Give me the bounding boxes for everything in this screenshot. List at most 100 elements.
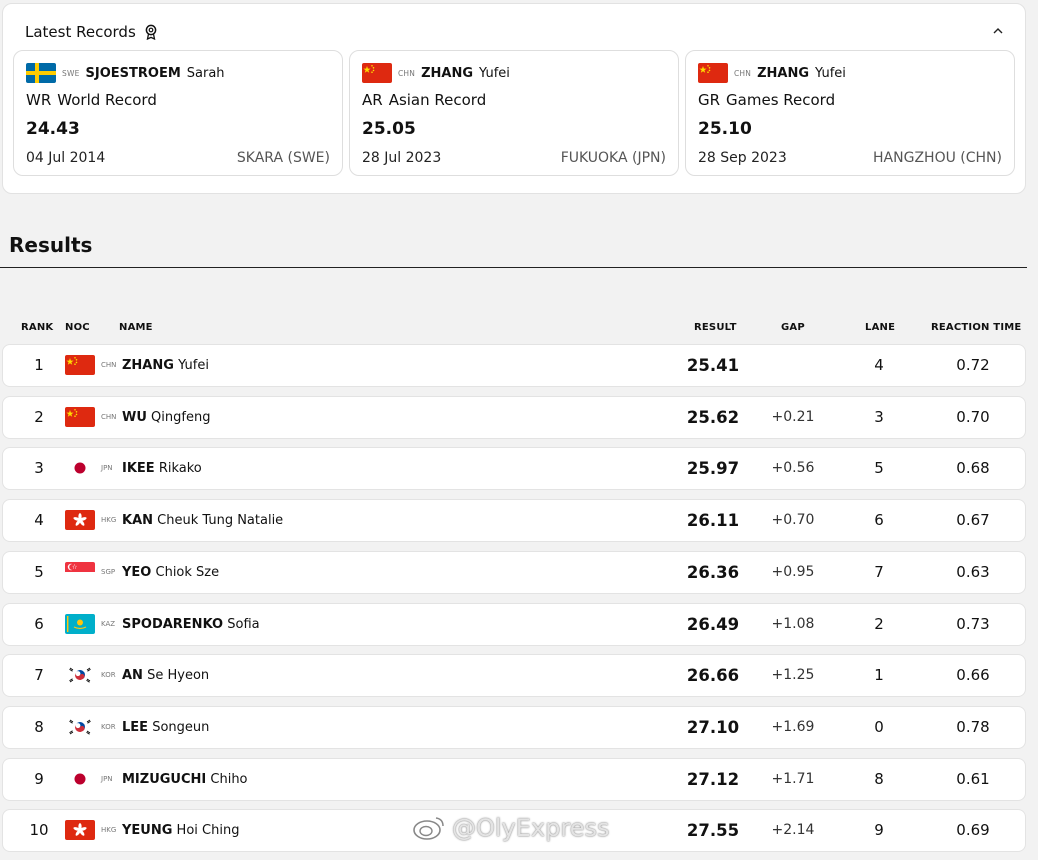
athlete-name[interactable]: MIZUGUCHI Chiho (122, 759, 248, 800)
chn-flag-icon (65, 355, 95, 375)
reaction-time-cell: 0.69 (956, 821, 990, 839)
lane-cell: 6 (874, 511, 884, 529)
table-row[interactable]: 7 KOR AN Se Hyeon 26.66 +1.25 1 0.66 (2, 654, 1026, 697)
rank-cell: 3 (34, 459, 44, 477)
gap-cell: +1.25 (771, 667, 815, 683)
lane-cell: 9 (874, 821, 884, 839)
record-athlete: CHN ZHANG Yufei (698, 63, 846, 83)
athlete-surname: IKEE (122, 461, 155, 476)
lane-cell: 5 (874, 459, 884, 477)
athlete-given-name: Hoi Ching (176, 823, 240, 838)
table-row[interactable]: 10 HKG YEUNG Hoi Ching 27.55 +2.14 9 0.6… (2, 809, 1026, 852)
lane-cell: 3 (874, 408, 884, 426)
athlete-name[interactable]: KAN Cheuk Tung Natalie (122, 500, 283, 541)
athlete-name[interactable]: YEO Chiok Sze (122, 552, 219, 593)
rank-cell: 1 (34, 356, 44, 374)
kor-flag-icon (65, 665, 95, 685)
athlete-name[interactable]: YEUNG Hoi Ching (122, 810, 239, 851)
latest-records-panel: Latest Records SWE SJOESTROEM Sarah WR Wo… (2, 3, 1026, 194)
record-date: 28 Sep 2023 (698, 150, 787, 166)
reaction-time-cell: 0.61 (956, 770, 990, 788)
record-card[interactable]: CHN ZHANG Yufei GR Games Record 25.10 28 … (685, 50, 1015, 176)
record-time: 25.05 (362, 119, 416, 139)
gap-cell: +0.21 (771, 409, 815, 425)
hkg-flag-icon (65, 510, 95, 530)
noc-code: HKG (101, 516, 117, 524)
record-athlete: CHN ZHANG Yufei (362, 63, 510, 83)
column-header-noc: NOC (65, 322, 90, 333)
record-type: AR Asian Record (362, 91, 486, 109)
athlete-given-name: Yufei (815, 65, 846, 81)
record-card[interactable]: SWE SJOESTROEM Sarah WR World Record 24.4… (13, 50, 343, 176)
athlete-surname: YEO (122, 565, 152, 580)
record-label: Asian Record (388, 91, 487, 109)
lane-cell: 2 (874, 615, 884, 633)
table-row[interactable]: 9 JPN MIZUGUCHI Chiho 27.12 +1.71 8 0.61 (2, 758, 1026, 801)
sgp-flag-icon (65, 562, 95, 582)
table-row[interactable]: 2 CHN WU Qingfeng 25.62 +0.21 3 0.70 (2, 396, 1026, 439)
lane-cell: 8 (874, 770, 884, 788)
table-row[interactable]: 5 SGP YEO Chiok Sze 26.36 +0.95 7 0.63 (2, 551, 1026, 594)
reaction-time-cell: 0.67 (956, 511, 990, 529)
gap-cell: +0.70 (771, 512, 815, 528)
athlete-name[interactable]: AN Se Hyeon (122, 655, 209, 696)
athlete-surname: MIZUGUCHI (122, 772, 207, 787)
table-row[interactable]: 8 KOR LEE Songeun 27.10 +1.69 0 0.78 (2, 706, 1026, 749)
athlete-name[interactable]: IKEE Rikako (122, 448, 202, 489)
record-location: FUKUOKA (JPN) (560, 150, 666, 166)
athlete-surname: WU (122, 410, 147, 425)
chevron-up-icon[interactable] (991, 24, 1005, 38)
table-row[interactable]: 4 HKG KAN Cheuk Tung Natalie 26.11 +0.70… (2, 499, 1026, 542)
athlete-name[interactable]: ZHANG Yufei (122, 345, 209, 386)
athlete-surname: SJOESTROEM (85, 65, 181, 81)
athlete-name[interactable]: LEE Songeun (122, 707, 209, 748)
record-date: 04 Jul 2014 (26, 150, 106, 166)
athlete-given-name: Cheuk Tung Natalie (157, 513, 284, 528)
athlete-given-name: Yufei (479, 65, 510, 81)
athlete-surname: AN (122, 668, 143, 683)
table-row[interactable]: 6 KAZ SPODARENKO Sofia 26.49 +1.08 2 0.7… (2, 603, 1026, 646)
noc-code: SGP (101, 568, 116, 576)
column-header-reaction-time: REACTION TIME (931, 322, 1022, 333)
athlete-given-name: Se Hyeon (147, 668, 210, 683)
chn-flag-icon (698, 63, 728, 83)
athlete-given-name: Sofia (227, 617, 260, 632)
noc-code: KAZ (101, 620, 116, 628)
swe-flag-icon (26, 63, 56, 83)
record-code: AR (362, 91, 383, 109)
rank-cell: 4 (34, 511, 44, 529)
medal-icon (145, 24, 157, 40)
rank-cell: 8 (34, 718, 44, 736)
athlete-name[interactable]: SPODARENKO Sofia (122, 604, 260, 645)
latest-records-header[interactable]: Latest Records (25, 23, 158, 41)
record-athlete: SWE SJOESTROEM Sarah (26, 63, 225, 83)
results-divider (0, 267, 1027, 268)
reaction-time-cell: 0.72 (956, 356, 990, 374)
reaction-time-cell: 0.78 (956, 718, 990, 736)
athlete-given-name: Qingfeng (151, 410, 211, 425)
record-card[interactable]: CHN ZHANG Yufei AR Asian Record 25.05 28 … (349, 50, 679, 176)
column-header-result: RESULT (694, 322, 737, 333)
lane-cell: 1 (874, 666, 884, 684)
gap-cell (743, 345, 843, 386)
athlete-given-name: Chiho (210, 772, 248, 787)
rank-cell: 10 (29, 821, 49, 839)
latest-records-title: Latest Records (25, 23, 136, 41)
athlete-given-name: Sarah (186, 65, 225, 81)
record-type: GR Games Record (698, 91, 835, 109)
table-row[interactable]: 1 CHN ZHANG Yufei 25.41 4 0.72 (2, 344, 1026, 387)
athlete-given-name: Chiok Sze (155, 565, 220, 580)
noc-code: CHN (101, 413, 117, 421)
record-label: World Record (57, 91, 157, 109)
athlete-name[interactable]: WU Qingfeng (122, 397, 210, 438)
table-row[interactable]: 3 JPN IKEE Rikako 25.97 +0.56 5 0.68 (2, 447, 1026, 490)
hkg-flag-icon (65, 820, 95, 840)
record-location: SKARA (SWE) (236, 150, 330, 166)
athlete-surname: ZHANG (421, 65, 474, 81)
noc-code: CHN (398, 68, 416, 78)
reaction-time-cell: 0.73 (956, 615, 990, 633)
lane-cell: 4 (874, 356, 884, 374)
column-header-gap: GAP (781, 322, 805, 333)
gap-cell: +2.14 (771, 822, 815, 838)
athlete-surname: YEUNG (122, 823, 173, 838)
